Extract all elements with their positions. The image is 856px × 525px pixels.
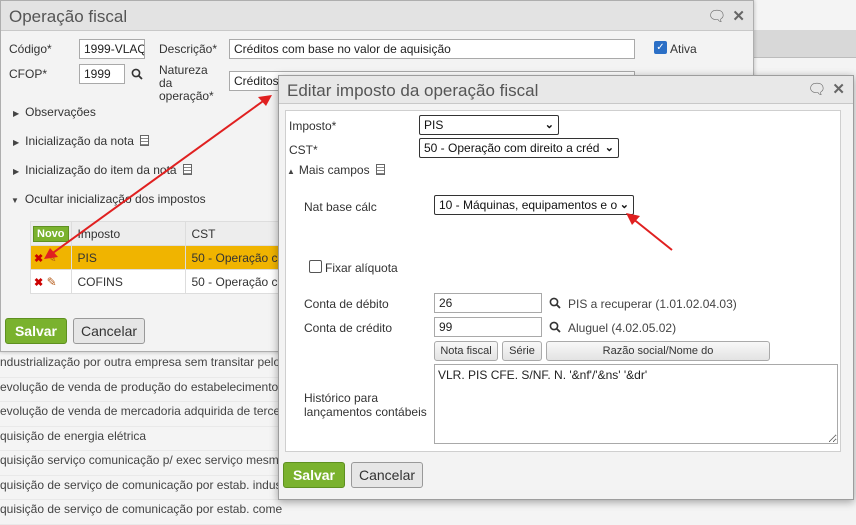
chevron-right-icon: ▶ — [13, 138, 20, 147]
historico-label: Histórico para lançamentos contábeis — [304, 391, 427, 419]
chevron-up-icon: ▲ — [287, 167, 295, 176]
save-button[interactable]: Salvar — [5, 318, 67, 344]
descricao-label: Descrição* — [159, 42, 218, 56]
search-icon[interactable] — [549, 321, 561, 333]
search-icon[interactable] — [549, 297, 561, 309]
cst-select-value: 50 - Operação com direito a créd — [424, 141, 600, 155]
close-icon[interactable]: ✕ — [832, 81, 845, 98]
edit-icon[interactable]: ✎ — [47, 251, 57, 265]
fixar-aliquota-checkbox[interactable] — [309, 260, 322, 273]
conta-credito-input[interactable]: 99 — [434, 317, 542, 337]
comment-icon[interactable]: 🗨 — [707, 8, 726, 25]
cst-select[interactable]: 50 - Operação com direito a créd ⌄ — [419, 138, 619, 158]
editar-imposto-dialog: Editar imposto da operação fiscal 🗨 ✕ Imp… — [278, 75, 854, 500]
insert-serie-button[interactable]: Série — [502, 341, 542, 361]
mais-campos-label: Mais campos — [298, 163, 370, 177]
conta-debito-desc: PIS a recuperar (1.01.02.04.03) — [568, 297, 737, 311]
conta-debito-label: Conta de débito — [304, 297, 389, 311]
nat-base-select[interactable]: 10 - Máquinas, equipamentos e o ⌄ — [434, 195, 634, 215]
ativa-checkbox[interactable]: ✓ — [654, 41, 667, 54]
chevron-down-icon: ⌄ — [604, 142, 614, 154]
list-item[interactable]: ndustrialização por outra empresa sem tr… — [0, 353, 300, 378]
cfop-input[interactable]: 1999 — [79, 64, 125, 84]
cancel-button[interactable]: Cancelar — [73, 318, 145, 344]
save-button[interactable]: Salvar — [283, 462, 345, 488]
note-icon — [182, 164, 192, 175]
chevron-down-icon: ⌄ — [619, 199, 629, 211]
descricao-input[interactable]: Créditos com base no valor de aquisição — [229, 39, 635, 59]
comment-icon[interactable]: 🗨 — [807, 81, 826, 98]
list-item[interactable]: evolução de venda de produção do estabel… — [0, 378, 300, 402]
section-label: Ocultar inicialização dos impostos — [24, 192, 206, 206]
nat-base-select-value: 10 - Máquinas, equipamentos e o — [439, 198, 618, 212]
column-header-cst: CST — [184, 221, 290, 246]
background-toolbar — [752, 30, 856, 58]
cell-imposto: PIS — [70, 245, 186, 270]
cell-imposto: COFINS — [70, 269, 186, 294]
cfop-label: CFOP* — [9, 67, 48, 81]
list-item[interactable]: quisição de serviço de comunicação por e… — [0, 476, 300, 500]
background-list: ndustrialização por outra empresa sem tr… — [0, 353, 300, 525]
cancel-button[interactable]: Cancelar — [351, 462, 423, 488]
impostos-table: Novo Imposto CST ✖ ✎ PIS 50 - Operação c… — [30, 221, 290, 294]
section-observacoes[interactable]: ▶ Observações — [13, 105, 96, 119]
imposto-select[interactable]: PIS ⌄ — [419, 115, 559, 135]
dialog-titlebar: Editar imposto da operação fiscal 🗨 ✕ — [279, 76, 853, 104]
search-icon[interactable] — [131, 68, 143, 80]
close-icon[interactable]: ✕ — [732, 8, 745, 25]
delete-icon[interactable]: ✖ — [34, 277, 43, 289]
list-item[interactable]: quisição serviço comunicação p/ exec ser… — [0, 451, 300, 476]
note-icon — [139, 135, 149, 146]
list-item[interactable]: quisição de energia elétrica — [0, 427, 300, 451]
section-init-item[interactable]: ▶ Inicialização do item da nota — [13, 163, 192, 177]
novo-button[interactable]: Novo — [33, 225, 69, 242]
conta-credito-desc: Aluguel (4.02.05.02) — [568, 321, 677, 335]
conta-credito-label: Conta de crédito — [304, 321, 393, 335]
chevron-right-icon: ▶ — [13, 109, 20, 118]
list-item[interactable]: evolução de venda de mercadoria adquirid… — [0, 402, 300, 427]
cell-cst: 50 - Operação co — [184, 269, 290, 294]
chevron-down-icon: ⌄ — [544, 119, 554, 131]
nat-base-label: Nat base cálc — [304, 200, 377, 214]
ativa-label: Ativa — [670, 42, 697, 56]
form-panel: Imposto* PIS ⌄ CST* 50 - Operação com dir… — [285, 110, 841, 452]
note-icon — [375, 164, 385, 175]
cst-label: CST* — [289, 143, 318, 157]
cell-cst: 50 - Operação co — [184, 245, 290, 270]
column-header-imposto: Imposto — [70, 221, 186, 246]
dialog-title: Operação fiscal — [9, 7, 128, 26]
chevron-right-icon: ▶ — [13, 167, 20, 176]
fixar-aliquota-label: Fixar alíquota — [325, 261, 398, 275]
section-init-nota[interactable]: ▶ Inicialização da nota — [13, 134, 149, 148]
imposto-select-value: PIS — [424, 118, 444, 132]
codigo-input[interactable]: 1999-VLAQ — [79, 39, 145, 59]
edit-icon[interactable]: ✎ — [47, 275, 57, 289]
section-ocultar[interactable]: ▼ Ocultar inicialização dos impostos — [11, 192, 206, 206]
natureza-label: Natureza da operação* — [159, 63, 214, 103]
historico-textarea[interactable] — [434, 364, 838, 444]
section-label: Observações — [25, 105, 96, 119]
table-row[interactable]: ✖ ✎ COFINS 50 - Operação co — [30, 269, 290, 294]
imposto-label: Imposto* — [289, 119, 337, 133]
table-row[interactable]: ✖ ✎ PIS 50 - Operação co — [30, 245, 290, 270]
dialog-titlebar: Operação fiscal 🗨 ✕ — [1, 1, 753, 31]
conta-debito-input[interactable]: 26 — [434, 293, 542, 313]
codigo-label: Código* — [9, 42, 52, 56]
delete-icon[interactable]: ✖ — [34, 253, 43, 265]
list-item[interactable]: quisição de serviço de comunicação por e… — [0, 500, 300, 525]
insert-razao-social-button[interactable]: Razão social/Nome do remetente/destinatá… — [546, 341, 770, 375]
section-label: Inicialização da nota — [25, 134, 134, 148]
insert-nota-fiscal-button[interactable]: Nota fiscal — [434, 341, 498, 361]
chevron-down-icon: ▼ — [11, 196, 19, 205]
section-label: Inicialização do item da nota — [25, 163, 177, 177]
mais-campos-toggle[interactable]: ▲ Mais campos — [287, 163, 385, 177]
dialog-title: Editar imposto da operação fiscal — [287, 81, 539, 100]
